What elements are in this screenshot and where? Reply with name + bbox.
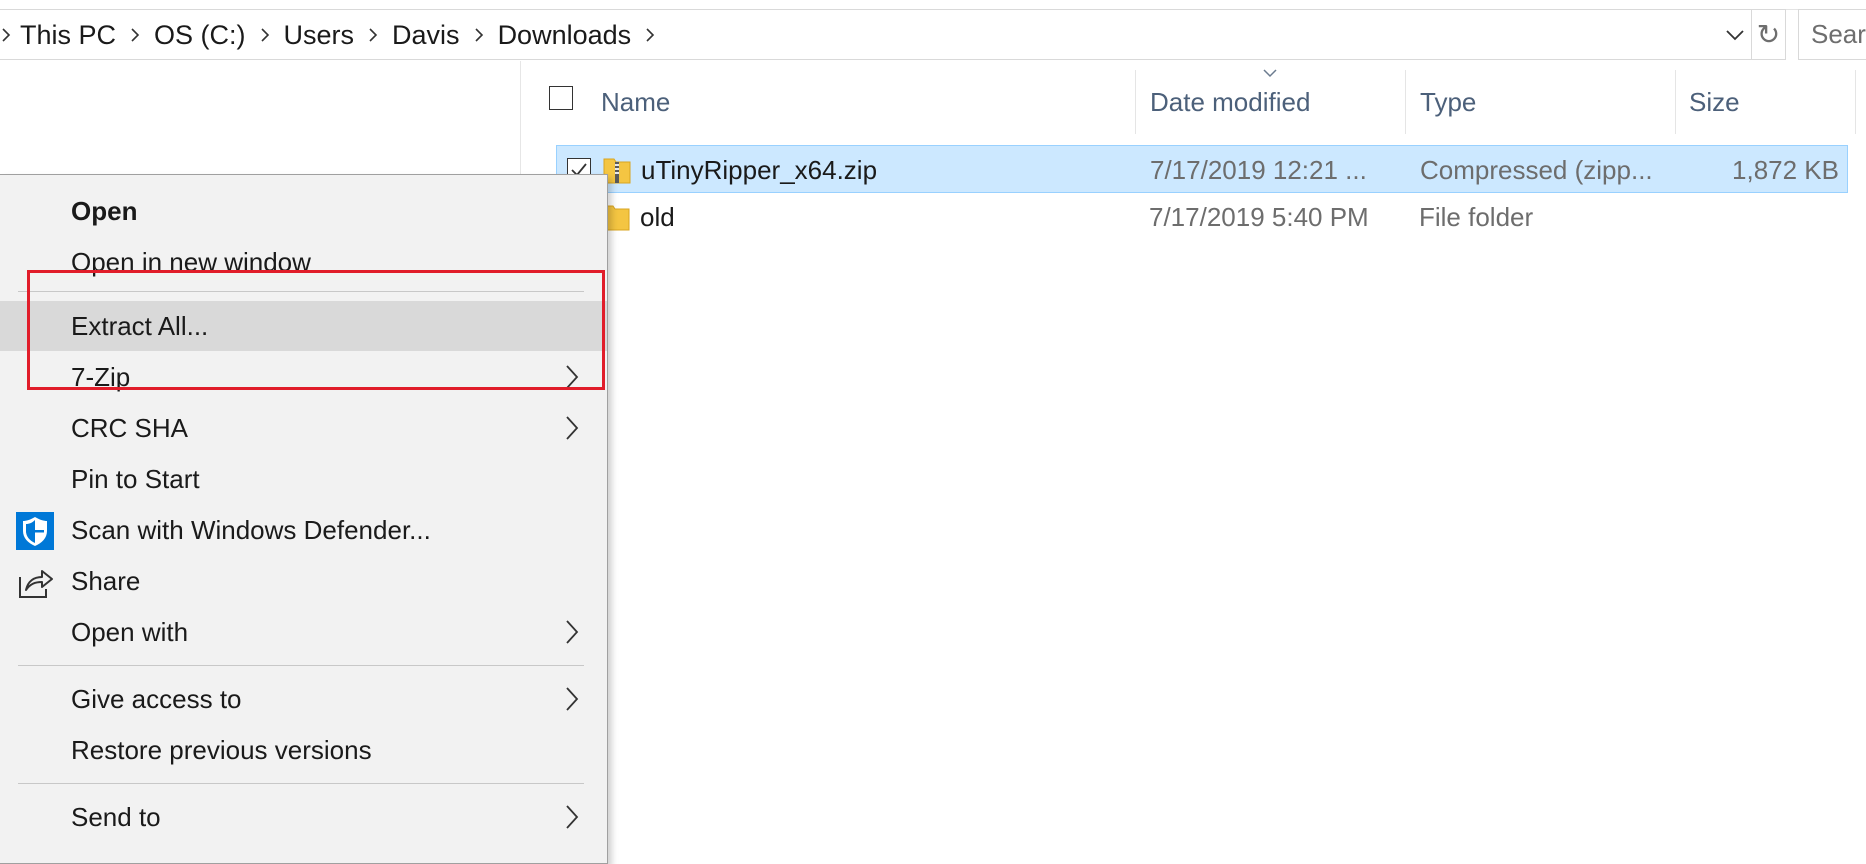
- breadcrumb-downloads[interactable]: Downloads: [492, 10, 638, 60]
- file-name: old: [640, 202, 675, 232]
- breadcrumb-os-c[interactable]: OS (C:): [148, 10, 252, 60]
- chevron-right-icon[interactable]: [122, 10, 148, 60]
- context-menu: Open Open in new window Extract All... 7…: [0, 174, 608, 864]
- file-date-modified: 7/17/2019 5:40 PM: [1149, 202, 1369, 232]
- file-row[interactable]: old 7/17/2019 5:40 PM File folder: [556, 193, 1848, 241]
- file-size: 1,872 KB: [1732, 155, 1839, 185]
- submenu-arrow-icon: [566, 365, 579, 389]
- file-row[interactable]: uTinyRipper_x64.zip 7/17/2019 12:21 ... …: [556, 145, 1848, 193]
- chevron-right-icon[interactable]: [0, 10, 14, 60]
- menu-item-open-in-new-window[interactable]: Open in new window: [0, 237, 607, 287]
- menu-item-label: Open in new window: [71, 247, 311, 277]
- menu-item-pin-to-start[interactable]: Pin to Start: [0, 454, 607, 504]
- menu-item-label: Give access to: [71, 684, 242, 714]
- submenu-arrow-icon: [566, 416, 579, 440]
- menu-item-label: Open: [71, 196, 138, 226]
- breadcrumb-davis[interactable]: Davis: [386, 10, 466, 60]
- menu-item-restore-previous-versions[interactable]: Restore previous versions: [0, 725, 607, 775]
- menu-item-scan-windows-defender[interactable]: Scan with Windows Defender...: [0, 505, 607, 555]
- file-date-modified: 7/17/2019 12:21 ...: [1150, 155, 1367, 185]
- menu-item-7zip[interactable]: 7-Zip: [0, 352, 607, 402]
- file-type: Compressed (zipp...: [1420, 155, 1653, 185]
- menu-item-label: Scan with Windows Defender...: [71, 515, 431, 545]
- search-placeholder: Search Downloads: [1811, 19, 1866, 49]
- menu-item-open[interactable]: Open: [0, 186, 607, 236]
- submenu-arrow-icon: [566, 687, 579, 711]
- menu-item-label: Pin to Start: [71, 464, 200, 494]
- menu-separator: [18, 783, 584, 784]
- menu-separator: [18, 665, 584, 666]
- menu-item-give-access-to[interactable]: Give access to: [0, 674, 607, 724]
- chevron-right-icon[interactable]: [637, 10, 663, 60]
- menu-item-label: 7-Zip: [71, 362, 131, 392]
- breadcrumb: This PC OS (C:) Users Davis Downloads: [0, 10, 663, 60]
- column-divider[interactable]: [1135, 70, 1136, 134]
- menu-item-extract-all[interactable]: Extract All...: [0, 301, 607, 351]
- menu-item-label: Extract All...: [71, 311, 209, 341]
- column-header-size[interactable]: Size: [1689, 70, 1839, 134]
- chevron-right-icon[interactable]: [466, 10, 492, 60]
- share-icon: [19, 570, 53, 598]
- menu-item-label: Send to: [71, 802, 161, 832]
- file-name: uTinyRipper_x64.zip: [641, 155, 878, 185]
- column-header-type[interactable]: Type: [1420, 70, 1670, 134]
- windows-defender-shield-icon: [16, 512, 54, 550]
- chevron-right-icon[interactable]: [252, 10, 278, 60]
- menu-item-send-to[interactable]: Send to: [0, 792, 607, 842]
- chevron-right-icon[interactable]: [360, 10, 386, 60]
- address-history-dropdown[interactable]: [1718, 9, 1752, 60]
- column-header-row: Name Date modified Type Size: [521, 70, 1866, 134]
- column-divider[interactable]: [1405, 70, 1406, 134]
- menu-item-label: Share: [71, 566, 141, 596]
- menu-separator: [18, 291, 584, 292]
- column-header-name[interactable]: Name: [601, 70, 1001, 134]
- breadcrumb-this-pc[interactable]: This PC: [14, 10, 122, 60]
- chevron-down-icon: [1726, 29, 1744, 40]
- menu-item-open-with[interactable]: Open with: [0, 607, 607, 657]
- file-type: File folder: [1419, 202, 1534, 232]
- refresh-button[interactable]: ↻: [1752, 9, 1786, 60]
- submenu-arrow-icon: [566, 620, 579, 644]
- breadcrumb-users[interactable]: Users: [278, 10, 361, 60]
- refresh-icon: ↻: [1756, 19, 1781, 50]
- menu-item-crc-sha[interactable]: CRC SHA: [0, 403, 607, 453]
- column-header-date-modified[interactable]: Date modified: [1150, 70, 1400, 134]
- column-divider[interactable]: [1855, 70, 1856, 134]
- column-divider[interactable]: [1675, 70, 1676, 134]
- menu-item-label: Open with: [71, 617, 189, 647]
- address-bar[interactable]: This PC OS (C:) Users Davis Downloads: [0, 9, 1752, 60]
- menu-item-label: CRC SHA: [71, 413, 189, 443]
- submenu-arrow-icon: [566, 805, 579, 829]
- search-input[interactable]: Search Downloads: [1798, 9, 1866, 60]
- menu-item-label: Restore previous versions: [71, 735, 372, 765]
- menu-item-share[interactable]: Share: [0, 556, 607, 606]
